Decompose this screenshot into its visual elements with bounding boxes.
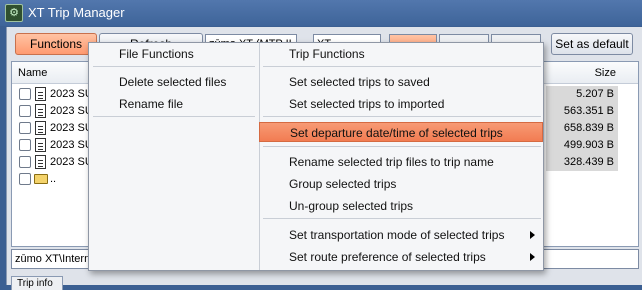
title-bar: ⚙ XT Trip Manager (0, 0, 642, 26)
file-size: 328.439 B (546, 154, 618, 171)
menu-item-route-preference[interactable]: Set route preference of selected trips (289, 247, 543, 267)
file-size: 658.839 B (546, 120, 618, 137)
file-size: 499.903 B (546, 137, 618, 154)
menu-header-file-functions[interactable]: File Functions (119, 44, 194, 64)
menu-item-transportation-mode[interactable]: Set transportation mode of selected trip… (289, 225, 543, 245)
column-header-name[interactable]: Name (18, 62, 47, 84)
submenu-arrow-icon (530, 231, 535, 239)
row-checkbox[interactable] (19, 139, 31, 151)
file-icon (35, 121, 46, 135)
row-checkbox[interactable] (19, 173, 31, 185)
functions-button[interactable]: Functions (15, 33, 97, 55)
column-header-size[interactable]: Size (595, 62, 616, 84)
file-name: 2023 SU (50, 88, 93, 100)
row-checkbox[interactable] (19, 105, 31, 117)
file-name: 2023 SU (50, 156, 93, 168)
folder-icon (34, 174, 48, 184)
file-size: 563.351 B (546, 103, 618, 120)
row-checkbox[interactable] (19, 156, 31, 168)
file-icon (35, 155, 46, 169)
submenu-arrow-icon (530, 253, 535, 261)
menu-header-trip-functions[interactable]: Trip Functions (289, 44, 365, 64)
file-name: 2023 SU (50, 122, 93, 134)
window-title: XT Trip Manager (28, 5, 125, 20)
app-icon: ⚙ (5, 4, 23, 22)
menu-separator (263, 146, 541, 147)
file-icon (35, 104, 46, 118)
menu-separator (263, 218, 541, 219)
functions-context-menu: File Functions Delete selected files Ren… (88, 42, 544, 271)
menu-item-label: Set route preference of selected trips (289, 250, 486, 264)
menu-item-set-trips-saved[interactable]: Set selected trips to saved (289, 72, 430, 92)
menu-item-ungroup-trips[interactable]: Un-group selected trips (289, 196, 413, 216)
menu-item-group-trips[interactable]: Group selected trips (289, 174, 396, 194)
set-as-default-button[interactable]: Set as default (551, 33, 633, 55)
menu-item-rename-file[interactable]: Rename file (119, 94, 183, 114)
menu-separator (263, 66, 541, 67)
menu-column-divider (259, 43, 260, 270)
file-icon (35, 138, 46, 152)
menu-item-delete-selected-files[interactable]: Delete selected files (119, 72, 226, 92)
row-checkbox[interactable] (19, 122, 31, 134)
menu-item-label: Set transportation mode of selected trip… (289, 228, 505, 242)
menu-separator (93, 66, 255, 67)
menu-item-set-departure-datetime[interactable]: Set departure date/time of selected trip… (259, 122, 543, 142)
parent-folder: .. (50, 173, 57, 185)
file-name: 2023 SU (50, 105, 93, 117)
file-name: 2023 SU (50, 139, 93, 151)
file-icon (35, 87, 46, 101)
menu-separator (263, 116, 541, 117)
row-checkbox[interactable] (19, 88, 31, 100)
file-size: 5.207 B (546, 86, 618, 103)
tab-trip-info[interactable]: Trip info (11, 276, 63, 290)
menu-separator (93, 116, 255, 117)
menu-item-rename-trip-files[interactable]: Rename selected trip files to trip name (289, 152, 494, 172)
menu-item-set-trips-imported[interactable]: Set selected trips to imported (289, 94, 444, 114)
